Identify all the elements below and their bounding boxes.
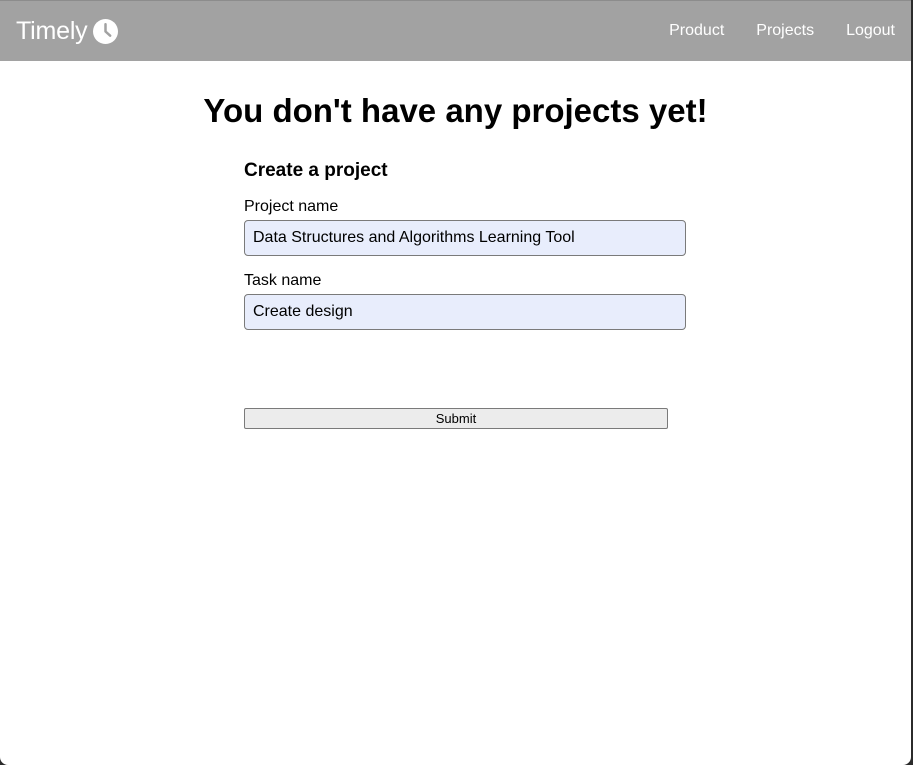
task-name-label: Task name <box>244 272 322 289</box>
page-title: You don't have any projects yet! <box>203 92 708 129</box>
nav-link-projects[interactable]: Projects <box>756 22 814 40</box>
nav-link-product[interactable]: Product <box>669 22 724 40</box>
app-window: Timely Product Projects Logout You don't… <box>0 0 911 765</box>
form-title: Create a project <box>244 160 388 181</box>
nav-links: Product Projects Logout <box>669 1 911 61</box>
clock-icon <box>93 18 119 44</box>
nav-link-logout[interactable]: Logout <box>846 22 895 40</box>
brand-name: Timely <box>16 16 88 45</box>
top-navbar: Timely Product Projects Logout <box>0 0 911 61</box>
project-name-input[interactable] <box>244 220 686 256</box>
brand-logo-link[interactable]: Timely <box>16 15 119 47</box>
project-name-label: Project name <box>244 198 339 215</box>
submit-button[interactable]: Submit <box>244 408 668 429</box>
task-name-input[interactable] <box>244 294 686 330</box>
